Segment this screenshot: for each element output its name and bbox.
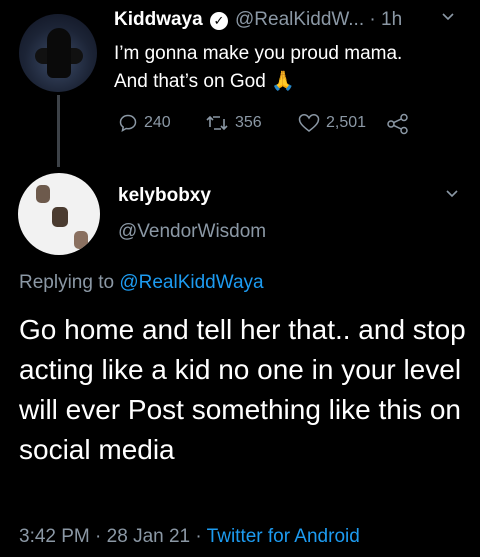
- like-count: 2,501: [326, 114, 367, 131]
- retweet-count: 356: [235, 114, 262, 131]
- parent-time: · 1h: [369, 9, 403, 30]
- tweet-metadata: 3:42 PM · 28 Jan 21 · Twitter for Androi…: [19, 526, 360, 548]
- meta-separator-2: ·: [195, 526, 202, 547]
- parent-tweet-text: I’m gonna make you proud mama. And that’…: [114, 40, 464, 96]
- parent-text-line-1: I’m gonna make you proud mama.: [114, 43, 403, 64]
- tweet-date[interactable]: 28 Jan 21: [107, 526, 190, 547]
- parent-chevron-down-icon[interactable]: [440, 8, 456, 29]
- share-action[interactable]: [386, 113, 416, 135]
- meta-separator-1: ·: [95, 526, 102, 547]
- parent-text-line-2: And that’s on God: [114, 71, 266, 92]
- parent-display-name[interactable]: Kiddwaya: [114, 9, 203, 31]
- verified-badge-icon: ✓: [210, 12, 228, 30]
- reply-icon: [119, 114, 137, 132]
- praying-hands-emoji-icon: 🙏: [271, 71, 295, 92]
- thread-connector-line: [57, 95, 60, 167]
- reply-chevron-down-icon[interactable]: [444, 185, 460, 206]
- heart-icon: [298, 114, 320, 132]
- parent-handle[interactable]: @RealKiddW...: [235, 9, 364, 30]
- share-icon: [387, 113, 408, 135]
- retweet-action[interactable]: 356: [205, 113, 262, 133]
- tweet-time[interactable]: 3:42 PM: [19, 526, 90, 547]
- replying-to-line: Replying to @RealKiddWaya: [19, 272, 264, 294]
- kelybobxy-avatar[interactable]: [18, 173, 100, 255]
- reply-tweet-body: Go home and tell her that.. and stop act…: [19, 314, 466, 465]
- replying-to-label: Replying to: [19, 272, 115, 293]
- replying-to-handle-link[interactable]: @RealKiddWaya: [119, 272, 263, 293]
- reply-display-name[interactable]: kelybobxy: [118, 185, 211, 207]
- tweet-source-link[interactable]: Twitter for Android: [207, 526, 360, 547]
- reply-action[interactable]: 240: [118, 113, 171, 133]
- retweet-icon: [206, 115, 228, 131]
- kiddwaya-avatar[interactable]: [19, 14, 97, 92]
- reply-count: 240: [144, 114, 171, 131]
- parent-handle-time[interactable]: @RealKiddW... · 1h: [235, 9, 402, 31]
- reply-handle[interactable]: @VendorWisdom: [118, 221, 266, 243]
- like-action[interactable]: 2,501: [298, 113, 366, 133]
